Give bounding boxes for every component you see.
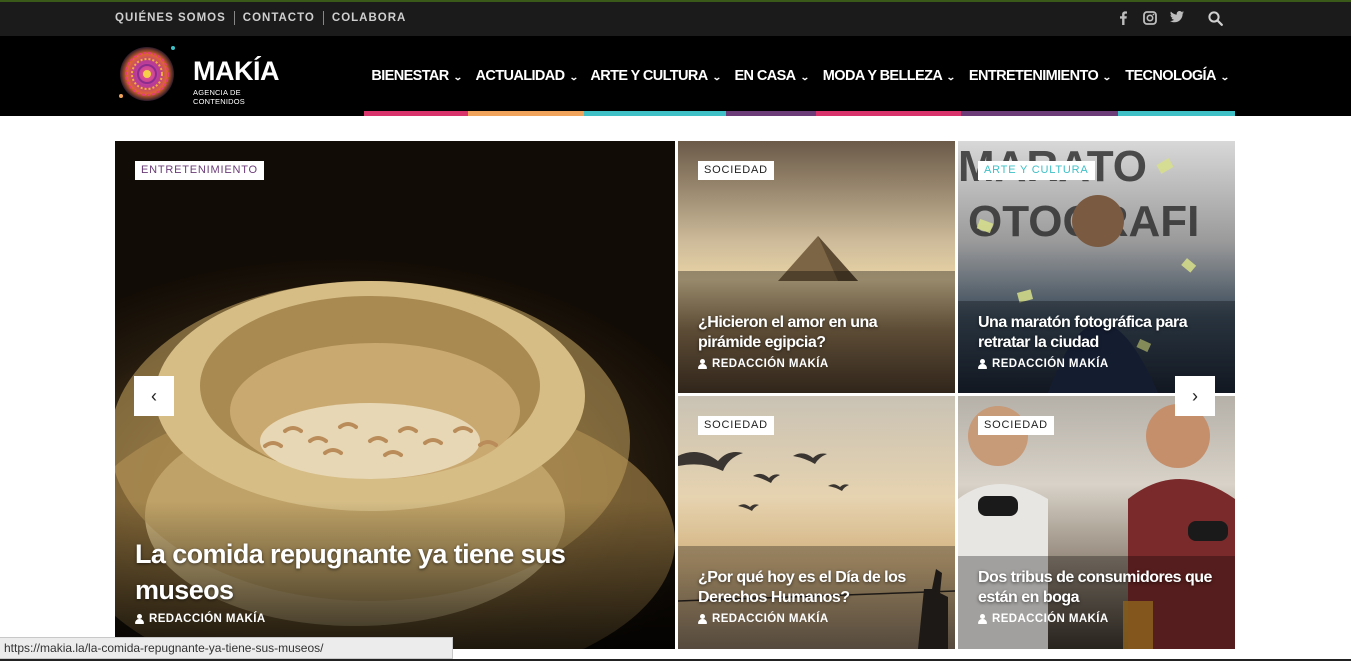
menu-label: ENTRETENIMIENTO <box>968 68 1099 84</box>
menu-label: BIENESTAR <box>371 68 449 84</box>
chevron-down-icon: ⌄ <box>568 71 579 82</box>
menu-color-bar <box>584 111 726 116</box>
featured-posts-grid: ENTRETENIMIENTO La comida repugnante ya … <box>115 141 1235 649</box>
menu-color-bar <box>816 111 961 116</box>
logo-subtitle: AGENCIA DE CONTENIDOS <box>193 88 246 106</box>
slider-next-button[interactable]: › <box>1175 376 1215 416</box>
menu-label: MODA Y BELLEZA <box>822 68 943 84</box>
menu-item-entretenimiento[interactable]: ENTRETENIMIENTO ⌄ <box>961 36 1118 116</box>
menu-color-bar <box>961 111 1118 116</box>
post-title[interactable]: Una maratón fotográfica para retratar la… <box>978 313 1218 353</box>
post-card-pyramid[interactable]: SOCIEDAD ¿Hicieron el amor en una pirámi… <box>678 141 955 393</box>
post-title[interactable]: Dos tribus de consumidores que están en … <box>978 568 1228 608</box>
menu-item-tecnologia[interactable]: TECNOLOGÍA ⌄ <box>1118 36 1235 116</box>
menu-label: ACTUALIDAD <box>475 68 566 84</box>
chevron-left-icon: ‹ <box>151 385 157 406</box>
menu-item-arte-y-cultura[interactable]: ARTE Y CULTURA ⌄ <box>584 36 726 116</box>
menu-color-bar <box>1118 111 1235 116</box>
chevron-down-icon: ⌄ <box>711 71 722 82</box>
menu-item-moda-y-belleza[interactable]: MODA Y BELLEZA ⌄ <box>816 36 961 116</box>
logo-mark-icon <box>119 46 175 101</box>
slider-prev-button[interactable]: ‹ <box>134 376 174 416</box>
post-author[interactable]: REDACCIÓN MAKÍA <box>698 358 829 370</box>
post-category-tag[interactable]: ENTRETENIMIENTO <box>135 161 264 180</box>
chevron-right-icon: › <box>1192 385 1198 406</box>
user-icon <box>978 359 987 369</box>
chevron-down-icon: ⌄ <box>1102 71 1112 82</box>
post-author[interactable]: REDACCIÓN MAKÍA <box>978 358 1109 370</box>
post-card-maraton[interactable]: MARATO OTOGRAFI ARTE Y CULTURA Una marat… <box>958 141 1235 393</box>
chevron-down-icon: ⌄ <box>799 71 810 82</box>
user-icon <box>698 614 707 624</box>
user-icon <box>978 614 987 624</box>
twitter-icon[interactable] <box>1170 11 1184 23</box>
post-category-tag[interactable]: SOCIEDAD <box>698 161 774 180</box>
link-contacto[interactable]: CONTACTO <box>233 11 323 25</box>
menu-color-bar <box>468 111 584 116</box>
menu-label: EN CASA <box>734 68 796 84</box>
site-logo[interactable]: MAKÍA AGENCIA DE CONTENIDOS <box>115 44 295 106</box>
menu-color-bar <box>726 111 816 116</box>
menu-color-bar <box>364 111 468 116</box>
top-bar: QUIÉNES SOMOS CONTACTO COLABORA <box>0 0 1351 36</box>
menu-item-en-casa[interactable]: EN CASA ⌄ <box>726 36 816 116</box>
author-name: REDACCIÓN MAKÍA <box>149 613 266 625</box>
search-icon[interactable] <box>1208 11 1223 26</box>
post-card-large[interactable]: ENTRETENIMIENTO La comida repugnante ya … <box>115 141 675 649</box>
link-colabora[interactable]: COLABORA <box>322 11 414 25</box>
post-category-tag[interactable]: ARTE Y CULTURA <box>978 161 1095 180</box>
user-icon <box>135 614 144 624</box>
chevron-down-icon: ⌄ <box>452 71 463 82</box>
instagram-icon[interactable] <box>1143 11 1157 25</box>
post-title[interactable]: ¿Por qué hoy es el Día de los Derechos H… <box>698 568 938 608</box>
post-title[interactable]: ¿Hicieron el amor en una pirámide egipci… <box>698 313 928 353</box>
browser-status-url: https://makia.la/la-comida-repugnante-ya… <box>0 637 453 659</box>
post-author[interactable]: REDACCIÓN MAKÍA <box>698 613 829 625</box>
post-category-tag[interactable]: SOCIEDAD <box>698 416 774 435</box>
post-author[interactable]: REDACCIÓN MAKÍA <box>135 613 266 625</box>
main-menu: BIENESTAR ⌄ ACTUALIDAD ⌄ ARTE Y CULTURA ⌄ E… <box>364 36 1235 116</box>
chevron-down-icon: ⌄ <box>946 71 956 82</box>
author-name: REDACCIÓN MAKÍA <box>992 613 1109 625</box>
link-quienes-somos[interactable]: QUIÉNES SOMOS <box>115 11 234 25</box>
facebook-icon[interactable] <box>1118 11 1128 25</box>
chevron-down-icon: ⌄ <box>1219 71 1230 82</box>
main-navbar: MAKÍA AGENCIA DE CONTENIDOS BIENESTAR ⌄ A… <box>0 36 1351 116</box>
post-category-tag[interactable]: SOCIEDAD <box>978 416 1054 435</box>
logo-title: MAKÍA <box>193 56 280 86</box>
author-name: REDACCIÓN MAKÍA <box>712 358 829 370</box>
menu-label: TECNOLOGÍA <box>1125 68 1216 84</box>
menu-label: ARTE Y CULTURA <box>590 68 708 84</box>
user-icon <box>698 359 707 369</box>
post-card-derechos-humanos[interactable]: SOCIEDAD ¿Por qué hoy es el Día de los D… <box>678 396 955 649</box>
post-author[interactable]: REDACCIÓN MAKÍA <box>978 613 1109 625</box>
top-links: QUIÉNES SOMOS CONTACTO COLABORA <box>115 11 414 25</box>
author-name: REDACCIÓN MAKÍA <box>992 358 1109 370</box>
post-card-consumidores[interactable]: SOCIEDAD Dos tribus de consumidores que … <box>958 396 1235 649</box>
menu-item-actualidad[interactable]: ACTUALIDAD ⌄ <box>468 36 584 116</box>
post-title[interactable]: La comida repugnante ya tiene sus museos <box>135 536 605 608</box>
menu-item-bienestar[interactable]: BIENESTAR ⌄ <box>364 36 468 116</box>
author-name: REDACCIÓN MAKÍA <box>712 613 829 625</box>
